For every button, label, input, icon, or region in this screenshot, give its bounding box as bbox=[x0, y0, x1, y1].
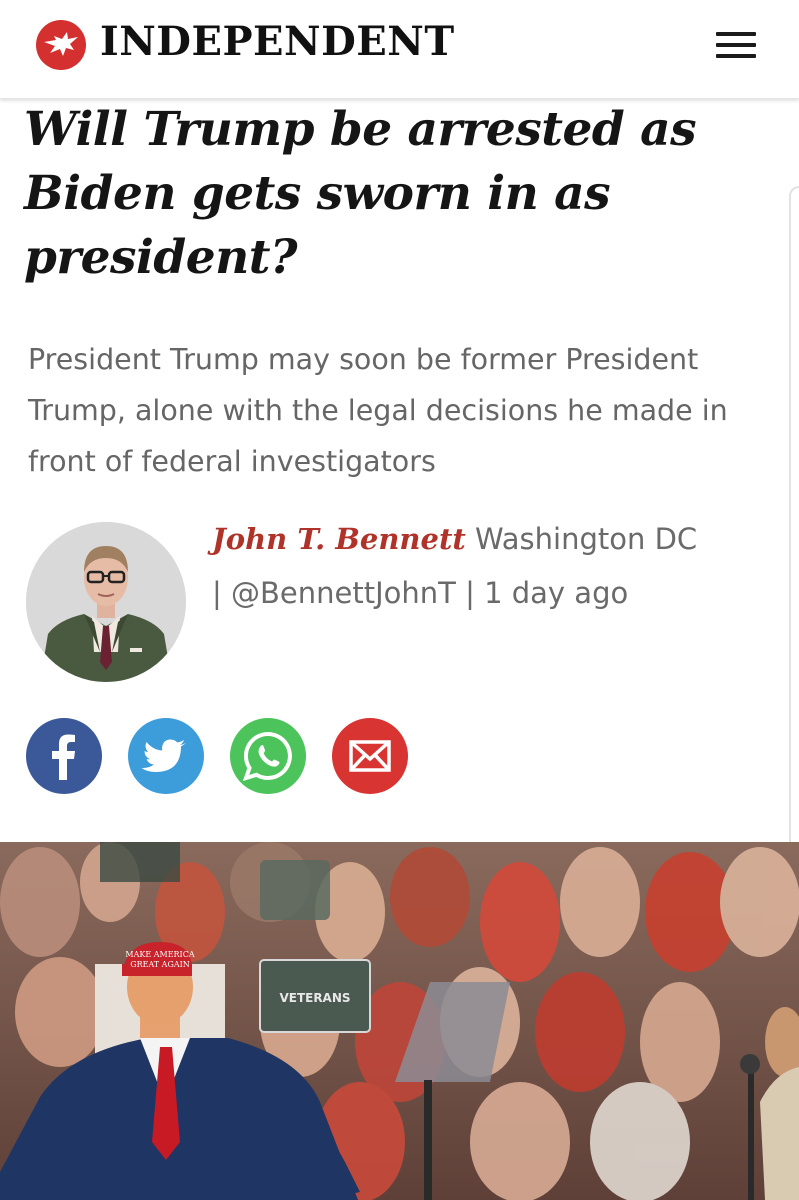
hamburger-menu-icon[interactable] bbox=[712, 26, 760, 62]
share-twitter-button[interactable] bbox=[128, 718, 204, 794]
author-twitter-handle[interactable]: @BennettJohnT bbox=[231, 576, 456, 610]
byline-separator: | bbox=[212, 576, 222, 610]
lead-image[interactable]: VETERANS MAKE AMERICA GREAT AGAIN bbox=[0, 842, 799, 1200]
email-icon bbox=[349, 740, 391, 772]
sign-text: VETERANS bbox=[279, 991, 350, 1005]
article-standfirst: President Trump may soon be former Presi… bbox=[28, 343, 728, 478]
author-location: Washington DC bbox=[474, 522, 698, 556]
eagle-logo-icon[interactable] bbox=[36, 20, 86, 70]
site-header: INDEPENDENT bbox=[0, 0, 799, 99]
share-facebook-button[interactable] bbox=[26, 718, 102, 794]
facebook-icon bbox=[52, 734, 75, 780]
twitter-icon bbox=[141, 739, 186, 772]
author-avatar[interactable] bbox=[26, 522, 186, 682]
cap-text-line2: GREAT AGAIN bbox=[130, 960, 190, 969]
article-headline: Will Trump be arrested as Biden gets swo… bbox=[24, 102, 697, 285]
whatsapp-icon bbox=[242, 731, 292, 782]
share-email-button[interactable] bbox=[332, 718, 408, 794]
article-byline: John T. Bennett Washington DC | @Bennett… bbox=[212, 512, 772, 620]
author-photo bbox=[26, 522, 186, 682]
article-timestamp: 1 day ago bbox=[484, 576, 629, 610]
share-whatsapp-button[interactable] bbox=[230, 718, 306, 794]
rally-photo: VETERANS MAKE AMERICA GREAT AGAIN bbox=[0, 842, 799, 1200]
byline-separator: | bbox=[465, 576, 475, 610]
site-masthead[interactable]: INDEPENDENT bbox=[100, 14, 455, 70]
cap-text-line1: MAKE AMERICA bbox=[125, 950, 194, 959]
author-name[interactable]: John T. Bennett bbox=[212, 522, 466, 556]
